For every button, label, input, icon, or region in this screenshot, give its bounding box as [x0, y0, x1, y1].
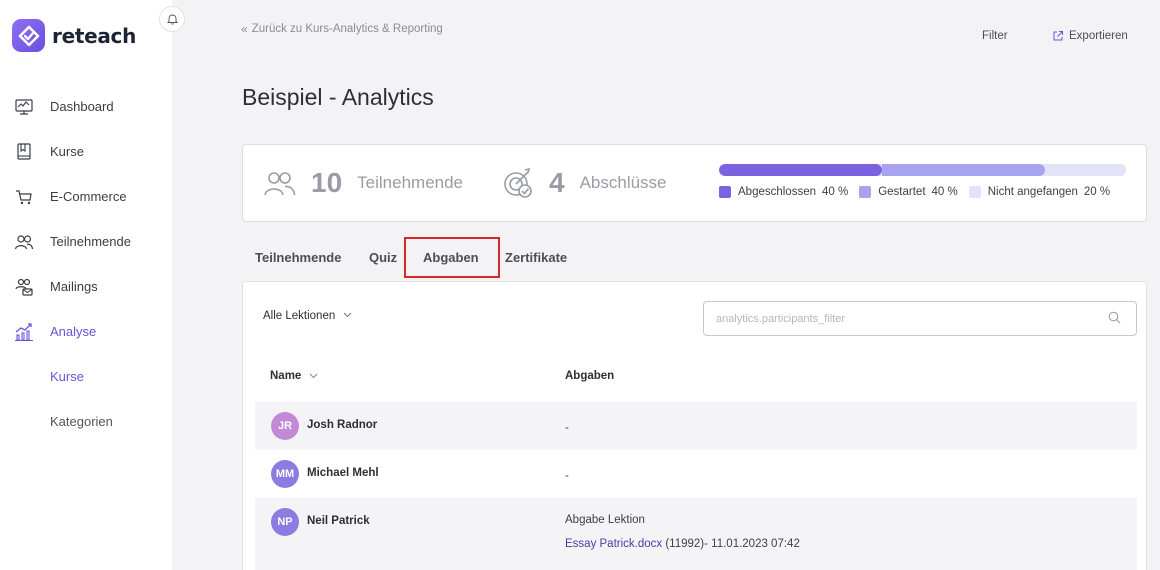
active-tab-highlight [404, 237, 500, 278]
legend-percent-completed: 40 % [822, 186, 849, 198]
sidebar-item-teilnehmende[interactable]: Teilnehmende [0, 219, 172, 264]
participant-name: Neil Patrick [307, 515, 370, 527]
export-button[interactable]: Exportieren [1052, 30, 1128, 42]
logo-text: reteach [52, 23, 137, 48]
legend-swatch-completed [719, 186, 731, 198]
participant-name: Josh Radnor [307, 419, 378, 431]
sidebar-item-analyse[interactable]: Analyse [0, 309, 172, 354]
chevron-down-icon [343, 312, 352, 318]
export-icon [1053, 31, 1063, 41]
completions-count: 4 [549, 167, 565, 198]
sidebar-subitem-kurse[interactable]: Kurse [0, 354, 172, 399]
sidebar-nav: Dashboard Kurse E-Commerce Teilnehmende … [0, 84, 172, 444]
submission-file-link[interactable]: Essay Patrick.docx [565, 538, 662, 550]
filter-label: Filter [982, 30, 1008, 42]
participants-stat: 10 Teilnehmende [263, 145, 463, 221]
sidebar-subitem-label: Kurse [50, 369, 84, 384]
participant-name: Michael Mehl [307, 467, 379, 479]
export-label: Exportieren [1069, 30, 1128, 42]
sidebar: reteach Dashboard Kurse E-Commerce Teiln… [0, 0, 172, 570]
table-row[interactable]: NP Neil Patrick Abgabe Lektion Essay Pat… [255, 498, 1137, 570]
users-icon [264, 172, 296, 196]
dashboard-icon [15, 98, 33, 115]
cart-icon [16, 189, 32, 204]
submission-file: Essay Patrick.docx (11992)- 11.01.2023 0… [565, 538, 800, 550]
target-check-icon [504, 167, 532, 198]
legend-swatch-started [859, 186, 872, 198]
users-icon [14, 234, 34, 249]
submission-value: - [565, 422, 569, 434]
book-icon [17, 142, 31, 160]
filter-button[interactable]: Filter [982, 30, 1008, 42]
tab-teilnehmende[interactable]: Teilnehmende [255, 244, 341, 278]
lesson-select-value: Alle Lektionen [263, 310, 336, 322]
tab-quiz[interactable]: Quiz [369, 244, 397, 278]
search-input[interactable] [703, 301, 1137, 336]
analytics-icon [15, 322, 33, 341]
column-header-submissions: Abgaben [565, 370, 615, 382]
legend-label-started: Gestartet [878, 186, 926, 198]
legend-label-not-started: Nicht angefangen [987, 186, 1078, 198]
sidebar-item-kurse[interactable]: Kurse [0, 129, 172, 174]
tab-zertifikate[interactable]: Zertifikate [505, 244, 567, 278]
logo[interactable]: reteach [12, 19, 136, 52]
sidebar-item-ecommerce[interactable]: E-Commerce [0, 174, 172, 219]
sidebar-subitem-kategorien[interactable]: Kategorien [0, 399, 172, 444]
table-row[interactable]: JR Josh Radnor - [255, 402, 1137, 450]
completions-stat: 4 Abschlüsse [501, 145, 667, 221]
avatar: JR [271, 412, 299, 440]
submissions-panel: Alle Lektionen Name Abgaben JR Josh Radn… [242, 281, 1147, 570]
legend-percent-started: 40 % [931, 186, 958, 198]
bell-icon [166, 14, 178, 25]
page-title: Beispiel - Analytics [242, 84, 434, 110]
legend-label-completed: Abgeschlossen [738, 186, 816, 198]
sidebar-item-label: Dashboard [50, 99, 114, 114]
search-icon[interactable] [1108, 311, 1121, 324]
stats-card: 10 Teilnehmende 4 Abschlüsse Abgeschloss… [242, 144, 1147, 222]
progress-segment-started [881, 164, 1045, 176]
table-row[interactable]: MM Michael Mehl - [255, 450, 1137, 498]
logo-icon [12, 19, 45, 52]
avatar: MM [271, 460, 299, 488]
sidebar-item-label: E-Commerce [50, 189, 127, 204]
column-header-name[interactable]: Name [270, 370, 318, 382]
progress-segment-not-started [1044, 164, 1126, 176]
sidebar-item-label: Analyse [50, 324, 97, 339]
sidebar-subitem-label: Kategorien [50, 414, 113, 429]
legend-swatch-not-started [968, 186, 981, 198]
legend-percent-not-started: 20 % [1083, 186, 1111, 198]
chevron-down-icon [309, 373, 318, 378]
sidebar-item-mailings[interactable]: Mailings [0, 264, 172, 309]
submission-title: Abgabe Lektion [565, 514, 645, 526]
column-header-name-label: Name [270, 370, 302, 382]
lesson-select[interactable]: Alle Lektionen [263, 310, 352, 322]
back-link[interactable]: « Zurück zu Kurs-Analytics & Reporting [241, 22, 443, 36]
mailing-icon [15, 278, 33, 296]
progress-bar [719, 164, 1126, 176]
avatar: NP [271, 508, 299, 536]
back-link-label: Zurück zu Kurs-Analytics & Reporting [251, 23, 443, 35]
sidebar-item-label: Kurse [50, 144, 84, 159]
sidebar-item-dashboard[interactable]: Dashboard [0, 84, 172, 129]
participants-label: Teilnehmende [357, 173, 464, 192]
sidebar-item-label: Mailings [50, 279, 98, 294]
sidebar-item-label: Teilnehmende [50, 234, 131, 249]
progress-segment-completed [719, 164, 882, 176]
progress-legend: Abgeschlossen 40 % Gestartet 40 % Nicht … [719, 186, 1121, 198]
main-content: « Zurück zu Kurs-Analytics & Reporting F… [172, 0, 1160, 570]
double-chevron-left-icon: « [241, 22, 248, 36]
notification-bell-button[interactable] [159, 6, 185, 32]
completions-label: Abschlüsse [579, 173, 667, 192]
submission-value: - [565, 470, 569, 482]
submission-file-meta: (11992)- 11.01.2023 07:42 [662, 538, 800, 550]
participants-count: 10 [311, 167, 343, 198]
